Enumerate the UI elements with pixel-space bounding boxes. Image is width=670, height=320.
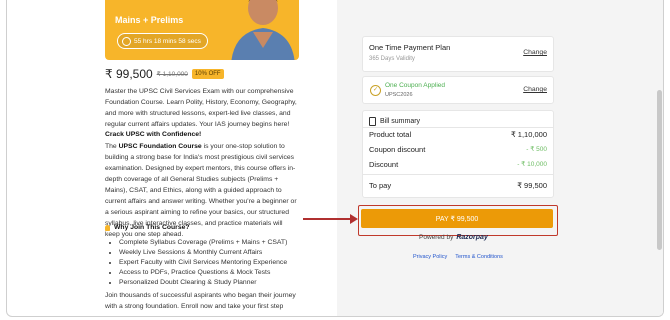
- bill-row-coupon-discount: Coupon discount - ₹ 500: [369, 145, 547, 154]
- annotation-arrow-shaft: [303, 218, 355, 220]
- change-plan-link[interactable]: Change: [523, 49, 547, 56]
- privacy-policy-link[interactable]: Privacy Policy: [413, 254, 447, 260]
- bill-row-discount: Discount - ₹ 10,000: [369, 160, 547, 169]
- banner-title: Mains + Prelims: [115, 15, 184, 25]
- annotation-arrow-icon: [350, 214, 358, 224]
- clock-icon: [122, 36, 131, 46]
- list-item: Complete Syllabus Coverage (Prelims + Ma…: [119, 238, 302, 248]
- change-coupon-link[interactable]: Change: [523, 86, 547, 93]
- to-pay-value: ₹ 99,500: [517, 181, 547, 190]
- course-intro: Master the UPSC Civil Services Exam with…: [105, 88, 297, 128]
- powered-by-text: Powered by: [419, 234, 454, 241]
- check-circle-icon: ✓: [370, 85, 381, 96]
- receipt-icon: [369, 117, 376, 126]
- price-block: ₹ 99,500 ₹ 1,10,000 10% OFF: [105, 67, 224, 81]
- feature-list: Complete Syllabus Coverage (Prelims + Ma…: [105, 238, 302, 288]
- divider: [363, 127, 553, 128]
- bill-row-label: Coupon discount: [369, 145, 426, 154]
- bill-heading: Bill summary: [369, 117, 420, 126]
- coupon-code: UPSC2026: [385, 92, 413, 98]
- why-join-text: Why Join This Course?: [114, 224, 190, 231]
- bill-summary-card: Bill summary Product total ₹ 1,10,000 Co…: [362, 110, 554, 198]
- bill-row-value: - ₹ 500: [526, 146, 547, 153]
- confidence-heading: Crack UPSC with Confidence!: [105, 131, 202, 138]
- lightbulb-icon: [105, 224, 110, 231]
- why-join-heading: Why Join This Course?: [105, 224, 190, 231]
- original-price: ₹ 1,10,000: [156, 71, 188, 78]
- bill-row-to-pay: To pay ₹ 99,500: [369, 181, 547, 190]
- bill-row-value: - ₹ 10,000: [517, 161, 547, 168]
- bill-row-label: Discount: [369, 160, 399, 169]
- coupon-status: One Coupon Applied: [385, 82, 445, 89]
- footer-links: Privacy Policy Terms & Conditions: [413, 254, 503, 260]
- terms-link[interactable]: Terms & Conditions: [455, 254, 503, 260]
- course-outro: Join thousands of successful aspirants w…: [105, 292, 296, 310]
- discount-badge: 10% OFF: [191, 69, 224, 79]
- desc-bold: UPSC Foundation Course: [118, 143, 202, 150]
- list-item: Personalized Doubt Clearing & Study Plan…: [119, 278, 302, 288]
- scrollbar-thumb[interactable]: [657, 90, 662, 250]
- timer-text: 55 hrs 18 mins 58 secs: [134, 37, 201, 45]
- plan-title: One Time Payment Plan: [369, 43, 451, 52]
- bill-row-label: Product total: [369, 130, 412, 139]
- powered-by: Powered by Razorpay: [419, 234, 488, 241]
- coupon-card: ✓ One Coupon Applied UPSC2026 Change: [362, 76, 554, 104]
- countdown-timer: 55 hrs 18 mins 58 secs: [117, 33, 208, 49]
- course-details: Mains + Prelims 55 hrs 18 mins 58 secs ₹…: [97, 0, 302, 316]
- pay-button[interactable]: PAY ₹ 99,500: [361, 209, 553, 228]
- desc-lead: The: [105, 143, 117, 150]
- list-item: Weekly Live Sessions & Monthly Current A…: [119, 248, 302, 258]
- plan-validity: 365 Days Validity: [369, 56, 415, 62]
- divider: [363, 174, 553, 175]
- course-banner: Mains + Prelims 55 hrs 18 mins 58 secs: [105, 0, 299, 60]
- plan-card: One Time Payment Plan 365 Days Validity …: [362, 36, 554, 72]
- list-item: Access to PDFs, Practice Questions & Moc…: [119, 268, 302, 278]
- bill-row-value: ₹ 1,10,000: [510, 130, 547, 139]
- to-pay-label: To pay: [369, 181, 392, 190]
- bill-heading-text: Bill summary: [380, 118, 421, 125]
- bill-row-product-total: Product total ₹ 1,10,000: [369, 130, 547, 139]
- instructor-photo: [231, 0, 295, 60]
- list-item: Expert Faculty with Civil Services Mento…: [119, 258, 302, 268]
- razorpay-logo: Razorpay: [456, 234, 488, 241]
- current-price: ₹ 99,500: [105, 67, 153, 81]
